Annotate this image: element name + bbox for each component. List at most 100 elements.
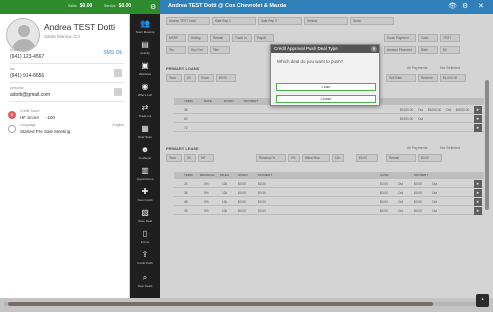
status-text: Started Pre Sale Meeting — [20, 129, 71, 134]
deal-title: Andrea TEST Dotti @ Cox Chevrolet & Mazd… — [168, 3, 287, 9]
sales-value: $0.00 — [79, 3, 93, 9]
eye-icon: ◉ — [141, 82, 149, 91]
stock-cell[interactable]: Stock — [350, 17, 394, 25]
vertical-scrollbar[interactable] — [484, 80, 490, 290]
loan-term-value[interactable]: 60 — [184, 74, 196, 82]
zero-cell[interactable]: $0 — [440, 46, 460, 54]
down-payment-cell[interactable]: Down Payment — [384, 34, 416, 42]
customer-cell[interactable]: Andrea TEST Dotti — [166, 17, 210, 25]
forms-icon: ▯ — [142, 229, 148, 238]
fax-field[interactable]: fax (941) 914-8656 — [10, 67, 124, 83]
action-sidebar: 👥 Team Meeting ▤ Activity ▣ Websites ◉ Who's… — [130, 14, 160, 298]
hf-score-value: -100 — [46, 115, 56, 120]
scan-icon: ▦ — [141, 124, 149, 133]
tax-cell[interactable]: Tax — [166, 46, 186, 54]
lease-amount-value[interactable]: $0.00 — [356, 154, 378, 162]
msrp-cell[interactable]: MSRP — [166, 34, 186, 42]
selling-cell[interactable]: Selling — [188, 34, 208, 42]
sidebar-item-credit-push[interactable]: ⇪ Credit Push — [130, 247, 160, 271]
dealer-totals-bar: Sales $0.00 Service $0.00 ⚙ — [0, 0, 160, 14]
sidebar-item-stop-deals[interactable]: ⌕ Stop Deals — [130, 270, 160, 294]
loan-button[interactable]: Loan — [276, 83, 376, 91]
loan-sell-rate[interactable]: Sell Rate — [386, 74, 416, 82]
credit-score-row: $ Credit Score HF Score -100 — [8, 109, 124, 123]
trade-in-cell[interactable]: Trade In — [232, 34, 252, 42]
credit-approval-push-dialog: Credit Approval Push Deal Type ✕ Which d… — [270, 44, 380, 106]
loan-reserve-value[interactable]: $1,000.00 — [440, 74, 466, 82]
fax-value[interactable]: (941) 914-8656 — [10, 73, 124, 79]
row-action-button[interactable]: ▸ — [474, 115, 482, 123]
row-action-button[interactable]: ▸ — [474, 198, 482, 206]
lease-row[interactable]: 36 0% 12k $0.00 $0.00 $0.00 Out $0.00 Ou… — [174, 189, 484, 197]
avatar — [6, 18, 40, 52]
lease-button[interactable]: Lease — [276, 95, 376, 103]
hf-score-label: HF Score — [20, 115, 40, 120]
row-action-button[interactable]: ▸ — [474, 207, 482, 215]
rebate-cell[interactable]: Rebate — [210, 34, 230, 42]
email-field[interactable]: personal adotti@gmail.com — [10, 86, 124, 102]
calendar-icon: ▥ — [141, 166, 149, 175]
mail-icon[interactable] — [114, 88, 122, 96]
lease-row[interactable]: 39 0% 12k $0.00 $0.00 $0.00 Out $0.00 Ou… — [174, 207, 484, 215]
row-action-button[interactable]: ▸ — [474, 189, 482, 197]
loan-down-value[interactable]: $0.00 — [216, 74, 236, 82]
row-action-button[interactable]: ▸ — [474, 124, 482, 132]
vehicle-cell[interactable]: Vehicle — [304, 17, 348, 25]
dialog-title-bar: Credit Approval Push Deal Type ✕ — [271, 45, 379, 53]
lease-rebate-value[interactable]: $0.00 — [418, 154, 442, 162]
loan-col-down: DOWN — [224, 99, 234, 103]
chat-icon[interactable]: ▪ — [476, 294, 489, 307]
lease-rebate-label: Rebate — [386, 154, 416, 162]
service-total: Service $0.00 — [104, 3, 131, 9]
gear-icon[interactable]: ⚙ — [462, 2, 468, 10]
sales-total: Sales $0.00 — [68, 3, 92, 9]
language-icon — [8, 125, 16, 133]
loan-row[interactable]: 72 ▸ — [174, 124, 484, 132]
amount-financed-cell[interactable]: Amount Financed — [384, 46, 416, 54]
loans-payments-label: All Payments — [407, 66, 428, 70]
contact-location: Santa Monica, CA — [44, 34, 81, 39]
email-value[interactable]: adotti@gmail.com — [10, 92, 124, 98]
service-value: $0.00 — [118, 3, 132, 9]
lease-table-header: TERM RESIDUAL MILES DOWN PAYMENT CASH PA… — [174, 172, 484, 179]
payoff-cell[interactable]: Payoff — [254, 34, 274, 42]
lease-payments-label: All Payments — [407, 146, 428, 150]
fax-icon[interactable] — [114, 69, 122, 77]
eye-icon[interactable]: 👁 — [448, 2, 457, 10]
row-action-button[interactable]: ▸ — [474, 180, 482, 188]
home-phone-field[interactable]: home (941) 123-4567 SMS Ok — [10, 48, 124, 64]
lease-row[interactable]: 48 0% 12k $0.00 $0.00 $0.00 Out $0.00 Ou… — [174, 198, 484, 206]
test-cell[interactable]: TEST — [440, 34, 460, 42]
horizontal-scrollbar[interactable] — [0, 298, 493, 312]
app-window: Sales $0.00 Service $0.00 ⚙ Andrea TEST … — [0, 0, 493, 312]
rate-cell[interactable]: Rate — [418, 46, 438, 54]
close-icon[interactable]: ✕ — [478, 2, 484, 10]
lease-selection-status: Not Selected — [440, 146, 461, 150]
lease-term-value[interactable]: 36 — [184, 154, 196, 162]
title-cell[interactable]: Title — [210, 46, 230, 54]
scrollbar-thumb[interactable] — [8, 302, 433, 306]
websites-icon: ▣ — [141, 61, 149, 70]
sale-rep-2-cell[interactable]: Sale Rep 2 — [258, 17, 302, 25]
credit-icon: $ — [8, 111, 16, 119]
doc-fee-cell[interactable]: Doc Fee — [188, 46, 208, 54]
language-row: Language Started Pre Sale Meeting Englis… — [8, 123, 124, 137]
loan-row[interactable]: 60 $1000.00 Out ▸ — [174, 115, 484, 123]
lease-miles-label: Miles/Year — [302, 154, 330, 162]
cash-cell[interactable]: Cash — [418, 34, 438, 42]
close-icon[interactable]: ✕ — [371, 46, 377, 52]
lease-miles-value[interactable]: 12k — [332, 154, 344, 162]
lease-row[interactable]: 24 0% 12k $0.00 $0.00 $0.00 Out $0.00 Ou… — [174, 180, 484, 188]
email-label: personal — [10, 86, 24, 90]
loan-row[interactable]: 36 $1000.00 Out $1000.00 Out $4000.00 ▸ — [174, 106, 484, 114]
gear-icon[interactable]: ⚙ — [150, 3, 156, 11]
sms-ok-badge: SMS Ok — [103, 50, 122, 56]
lease-residual-value[interactable]: 0% — [288, 154, 300, 162]
loan-down-label: Down — [198, 74, 214, 82]
upload-icon: ⇪ — [141, 250, 149, 259]
sale-rep-1-cell[interactable]: Sale Rep 1 — [212, 17, 256, 25]
lease-mf-label: MF — [198, 154, 214, 162]
lease-residual-label: Residual % — [256, 154, 286, 162]
row-action-button[interactable]: ▸ — [474, 106, 482, 114]
sales-label: Sales — [68, 4, 77, 8]
